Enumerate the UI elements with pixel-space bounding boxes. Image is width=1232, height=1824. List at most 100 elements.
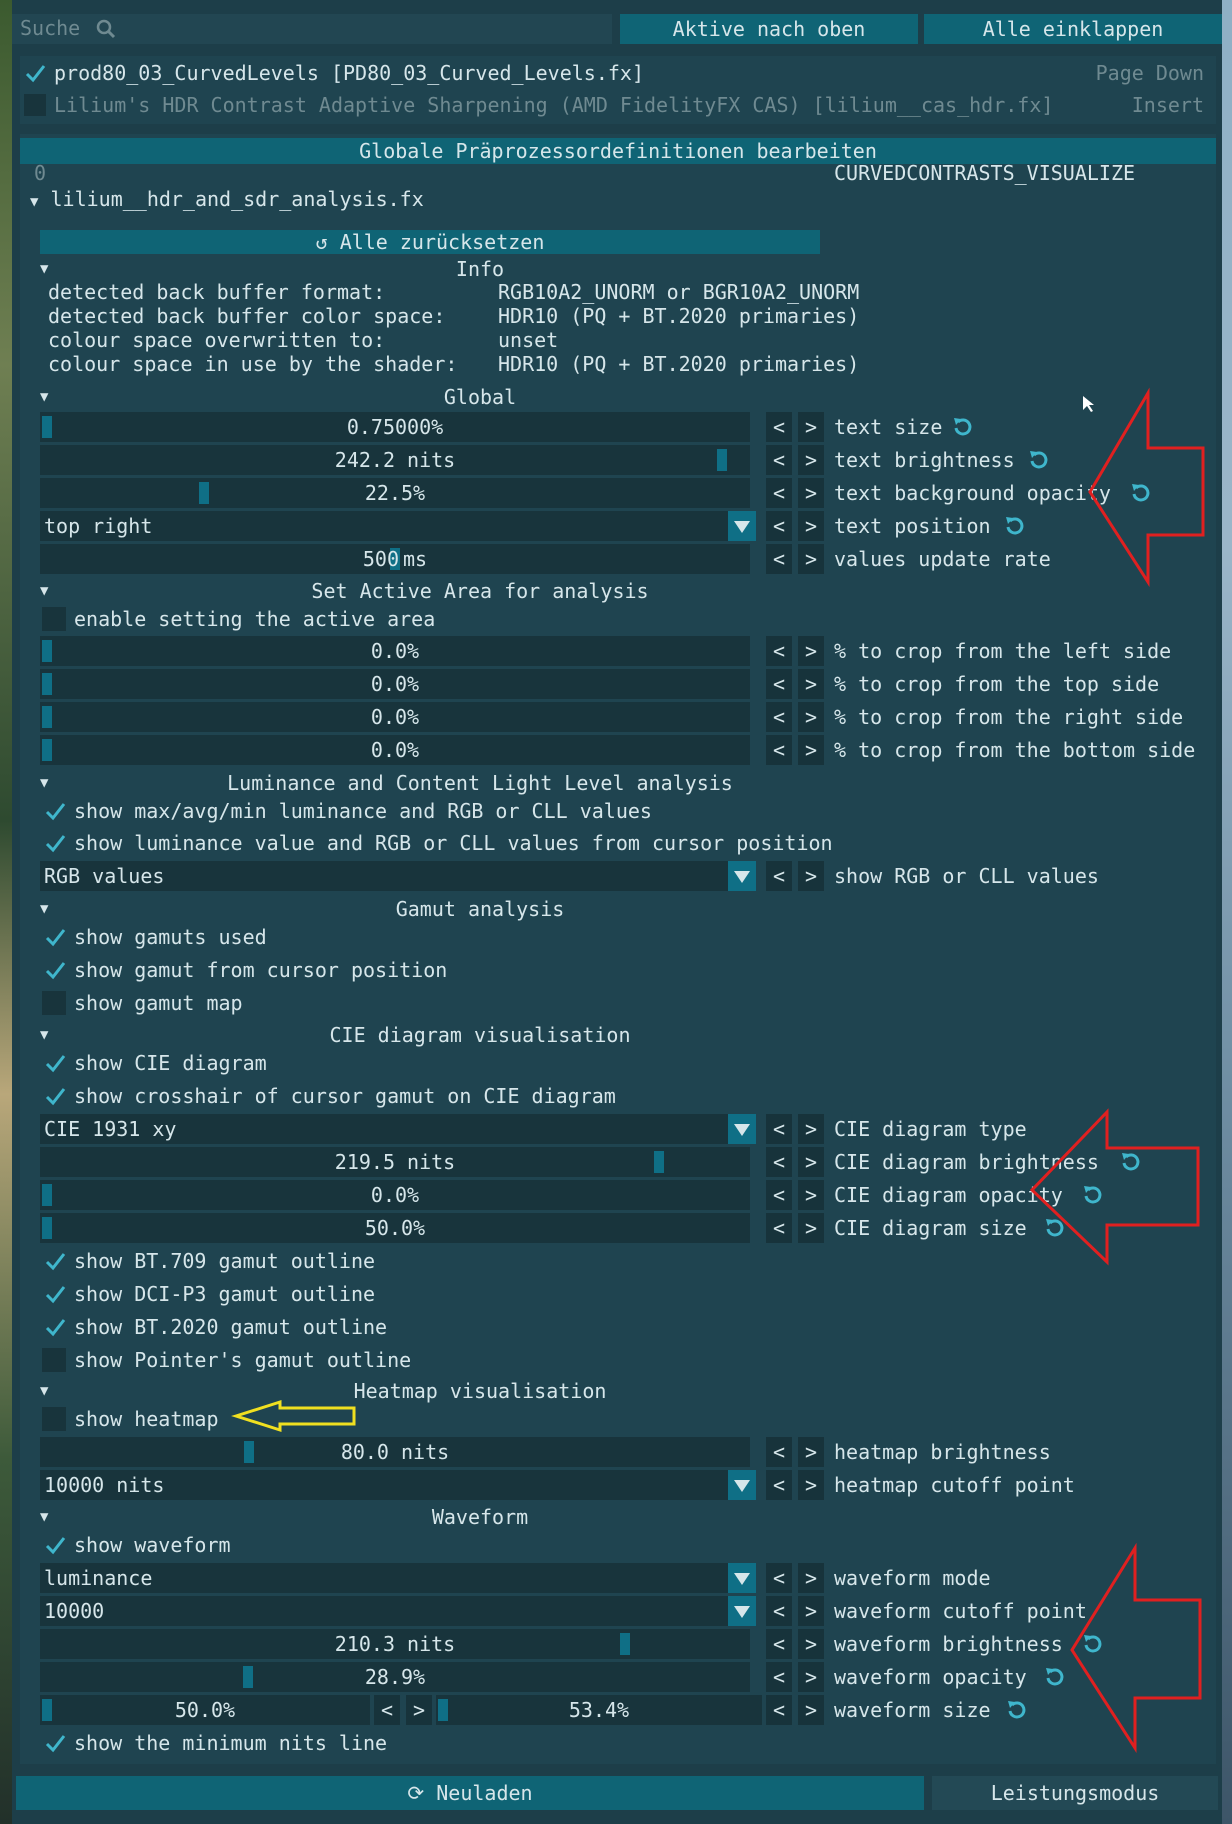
reset-icon[interactable] bbox=[1082, 1633, 1104, 1655]
decrement-button[interactable]: < bbox=[766, 1213, 792, 1243]
checkbox-empty[interactable] bbox=[24, 94, 46, 116]
active-to-top-button[interactable]: Aktive nach oben bbox=[620, 14, 918, 44]
decrement-button[interactable]: < bbox=[766, 478, 792, 508]
checkmark-icon[interactable] bbox=[44, 926, 66, 948]
slider[interactable]: 0.0% bbox=[40, 1180, 750, 1210]
dropdown[interactable]: 10000 nits bbox=[40, 1470, 756, 1500]
checkmark-icon[interactable] bbox=[44, 1283, 66, 1305]
decrement-button[interactable]: < bbox=[766, 1470, 792, 1500]
increment-button[interactable]: > bbox=[798, 1596, 824, 1626]
collapse-all-button[interactable]: Alle einklappen bbox=[924, 14, 1222, 44]
decrement-button[interactable]: < bbox=[766, 1147, 792, 1177]
decrement-button[interactable]: < bbox=[766, 1662, 792, 1692]
dropdown[interactable]: CIE 1931 xy bbox=[40, 1114, 756, 1144]
increment-button[interactable]: > bbox=[798, 1213, 824, 1243]
reset-icon[interactable] bbox=[1044, 1217, 1066, 1239]
increment-button[interactable]: > bbox=[798, 1180, 824, 1210]
chevron-down-icon[interactable] bbox=[728, 1596, 756, 1626]
dropdown[interactable]: luminance bbox=[40, 1563, 756, 1593]
reset-icon[interactable] bbox=[1044, 1666, 1066, 1688]
decrement-button[interactable]: < bbox=[766, 702, 792, 732]
increment-button[interactable]: > bbox=[798, 412, 824, 442]
reset-icon[interactable] bbox=[1082, 1184, 1104, 1206]
checkbox-empty[interactable] bbox=[42, 991, 66, 1015]
reset-icon[interactable] bbox=[1006, 1699, 1028, 1721]
decrement-button[interactable]: < bbox=[766, 1629, 792, 1659]
decrement-button[interactable]: < bbox=[766, 1437, 792, 1467]
reset-all-button[interactable]: ↺ Alle zurücksetzen bbox=[40, 230, 820, 254]
slider[interactable]: 242.2 nits bbox=[40, 445, 750, 475]
effect-item[interactable]: Lilium's HDR Contrast Adaptive Sharpenin… bbox=[20, 90, 1216, 120]
chevron-down-icon[interactable] bbox=[728, 511, 756, 541]
effect-tree-node[interactable]: ▼ lilium__hdr_and_sdr_analysis.fx bbox=[30, 184, 424, 214]
slider[interactable]: 0.75000% bbox=[40, 412, 750, 442]
checkmark-icon[interactable] bbox=[44, 1250, 66, 1272]
slider[interactable]: 53.4% bbox=[436, 1695, 762, 1725]
reset-icon[interactable] bbox=[1120, 1151, 1142, 1173]
section-global[interactable]: ▼ Global bbox=[40, 384, 920, 410]
dropdown[interactable]: top right bbox=[40, 511, 756, 541]
slider[interactable]: 50.0% bbox=[40, 1695, 370, 1725]
increment-button[interactable]: > bbox=[798, 478, 824, 508]
chevron-down-icon[interactable] bbox=[728, 861, 756, 891]
increment-button[interactable]: > bbox=[798, 636, 824, 666]
decrement-button[interactable]: < bbox=[766, 1180, 792, 1210]
checkbox-empty[interactable] bbox=[42, 1407, 66, 1431]
decrement-button[interactable]: < bbox=[766, 544, 792, 574]
slider[interactable]: 500 ms bbox=[40, 544, 750, 574]
dropdown[interactable]: 10000 bbox=[40, 1596, 756, 1626]
checkmark-icon[interactable] bbox=[44, 832, 66, 854]
checkmark-icon[interactable] bbox=[44, 1534, 66, 1556]
chevron-down-icon[interactable] bbox=[728, 1114, 756, 1144]
checkbox-empty[interactable] bbox=[42, 1348, 66, 1372]
checkmark-icon[interactable] bbox=[24, 62, 46, 84]
increment-button[interactable]: > bbox=[798, 735, 824, 765]
chevron-down-icon[interactable] bbox=[728, 1563, 756, 1593]
checkmark-icon[interactable] bbox=[44, 1732, 66, 1754]
decrement-button[interactable]: < bbox=[766, 445, 792, 475]
increment-button[interactable]: > bbox=[798, 544, 824, 574]
checkbox-empty[interactable] bbox=[42, 607, 66, 631]
checkmark-icon[interactable] bbox=[44, 959, 66, 981]
slider[interactable]: 0.0% bbox=[40, 702, 750, 732]
section-header[interactable]: ▼ Waveform bbox=[40, 1504, 920, 1530]
decrement-button[interactable]: < bbox=[374, 1695, 400, 1725]
decrement-button[interactable]: < bbox=[766, 1563, 792, 1593]
reset-icon[interactable] bbox=[1130, 482, 1152, 504]
slider[interactable]: 219.5 nits bbox=[40, 1147, 750, 1177]
slider[interactable]: 0.0% bbox=[40, 636, 750, 666]
reset-icon[interactable] bbox=[952, 416, 974, 438]
section-header[interactable]: ▼ CIE diagram visualisation bbox=[40, 1022, 920, 1048]
increment-button[interactable]: > bbox=[798, 1629, 824, 1659]
increment-button[interactable]: > bbox=[798, 861, 824, 891]
section-header[interactable]: ▼ Gamut analysis bbox=[40, 896, 920, 922]
checkmark-icon[interactable] bbox=[44, 800, 66, 822]
reload-button[interactable]: ⟳ Neuladen bbox=[16, 1776, 924, 1810]
dropdown[interactable]: RGB values bbox=[40, 861, 756, 891]
slider[interactable]: 210.3 nits bbox=[40, 1629, 750, 1659]
increment-button[interactable]: > bbox=[798, 1470, 824, 1500]
reset-icon[interactable] bbox=[1028, 449, 1050, 471]
decrement-button[interactable]: < bbox=[766, 1596, 792, 1626]
increment-button[interactable]: > bbox=[406, 1695, 432, 1725]
slider[interactable]: 0.0% bbox=[40, 669, 750, 699]
section-info[interactable]: ▼ Info bbox=[40, 256, 920, 282]
increment-button[interactable]: > bbox=[798, 1114, 824, 1144]
increment-button[interactable]: > bbox=[798, 1695, 824, 1725]
checkmark-icon[interactable] bbox=[44, 1085, 66, 1107]
decrement-button[interactable]: < bbox=[766, 735, 792, 765]
performance-mode-button[interactable]: Leistungsmodus bbox=[932, 1776, 1218, 1810]
decrement-button[interactable]: < bbox=[766, 412, 792, 442]
checkmark-icon[interactable] bbox=[44, 1316, 66, 1338]
increment-button[interactable]: > bbox=[798, 702, 824, 732]
checkmark-icon[interactable] bbox=[44, 1052, 66, 1074]
increment-button[interactable]: > bbox=[798, 1147, 824, 1177]
chevron-down-icon[interactable] bbox=[728, 1470, 756, 1500]
section-header[interactable]: ▼ Luminance and Content Light Level analy… bbox=[40, 770, 920, 796]
decrement-button[interactable]: < bbox=[766, 1695, 792, 1725]
reset-icon[interactable] bbox=[1004, 515, 1026, 537]
slider[interactable]: 50.0% bbox=[40, 1213, 750, 1243]
increment-button[interactable]: > bbox=[798, 445, 824, 475]
search-input[interactable]: Suche bbox=[12, 14, 612, 44]
decrement-button[interactable]: < bbox=[766, 1114, 792, 1144]
